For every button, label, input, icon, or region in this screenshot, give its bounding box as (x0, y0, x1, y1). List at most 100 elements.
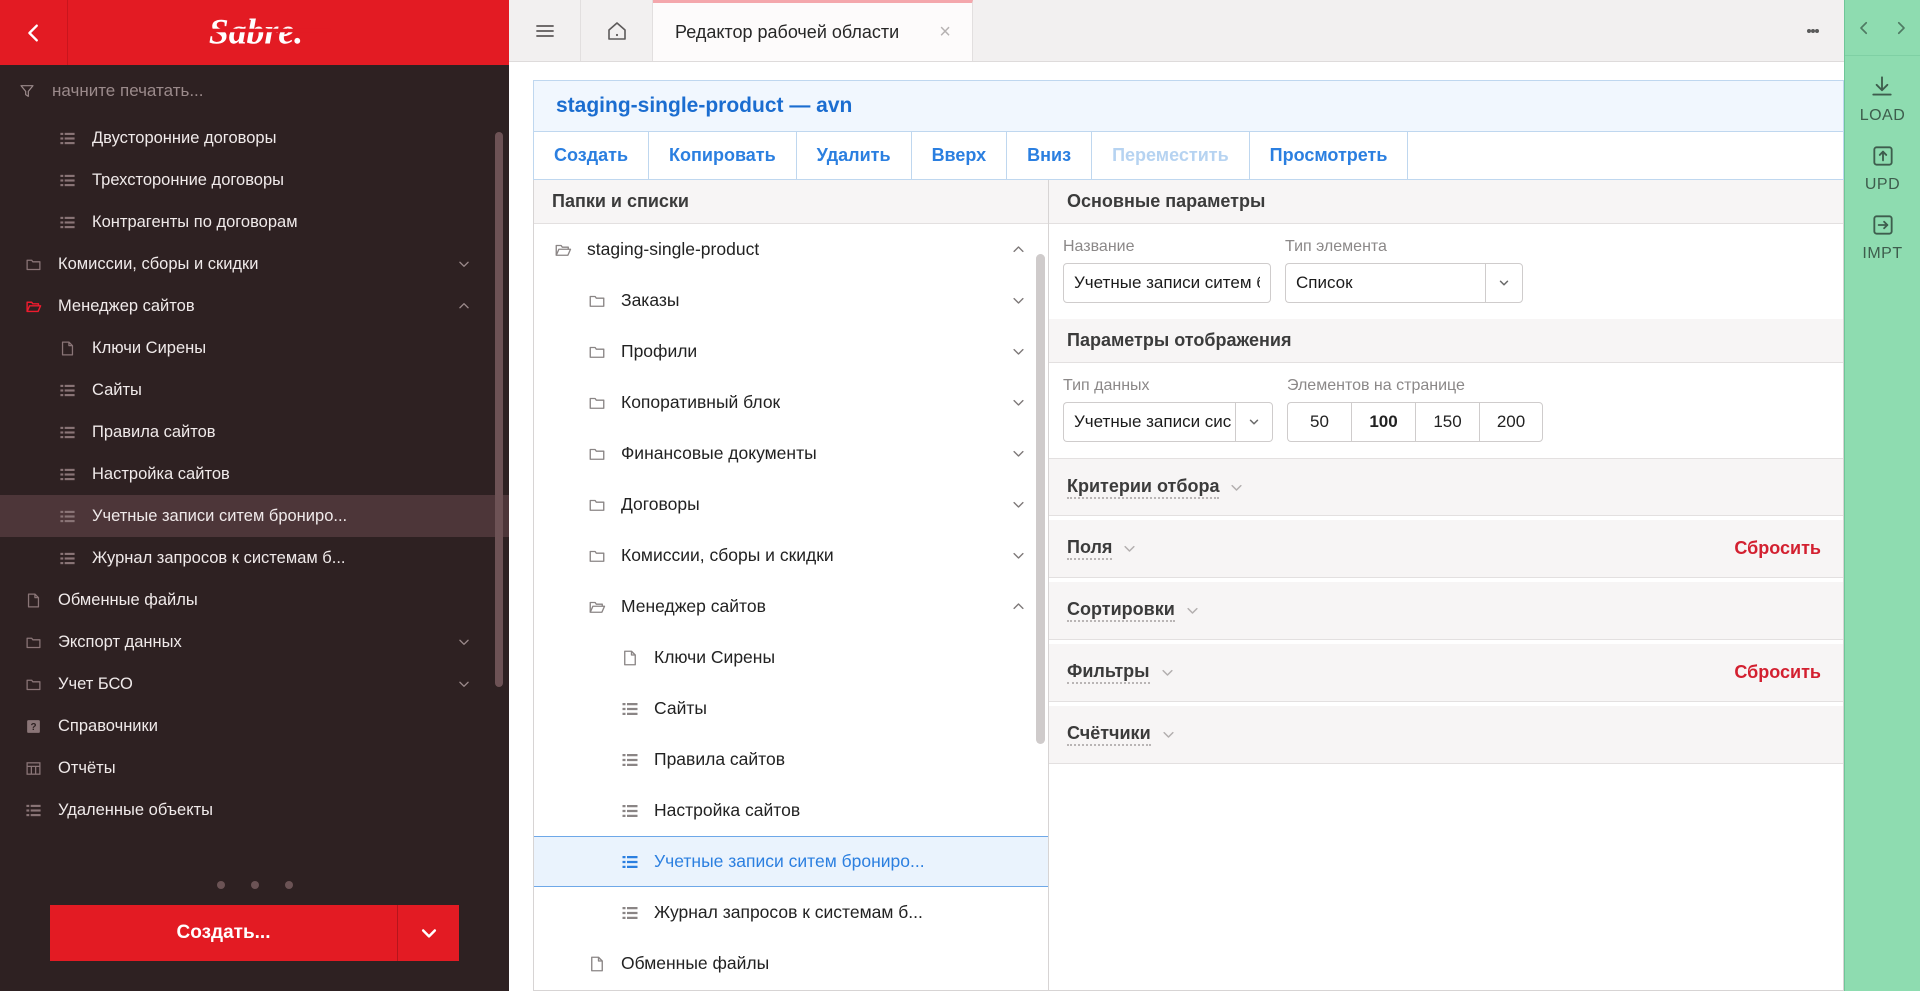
sidebar-filter[interactable] (0, 65, 509, 117)
rail-item-load[interactable]: LOAD (1860, 74, 1906, 125)
chevron-up-icon[interactable] (1011, 242, 1026, 257)
tree-node[interactable]: Финансовые документы (534, 428, 1048, 479)
accordion-section[interactable]: Поля Сбросить (1049, 520, 1843, 578)
pager-dot[interactable] (250, 881, 259, 889)
chevron-down-icon[interactable] (1011, 497, 1026, 512)
rail-item-upd[interactable]: UPD (1865, 143, 1900, 194)
tree-node[interactable]: Заказы (534, 275, 1048, 326)
chevron-down-icon[interactable] (1122, 541, 1137, 556)
create-dropdown-button[interactable] (397, 905, 459, 961)
tab-close-icon[interactable]: × (939, 22, 951, 42)
chevron-down-icon[interactable] (1011, 446, 1026, 461)
accordion-section[interactable]: Сортировки (1049, 582, 1843, 640)
sidebar-pager-dots[interactable] (0, 865, 509, 905)
list-icon (22, 799, 44, 821)
pager-dot[interactable] (284, 881, 293, 889)
accordion-section[interactable]: Фильтры Сбросить (1049, 644, 1843, 702)
toolbar-button[interactable]: Копировать (649, 132, 797, 179)
toolbar-button[interactable]: Создать (534, 132, 650, 179)
chevron-down-icon[interactable] (457, 677, 471, 691)
tree-node[interactable]: Комиссии, сборы и скидки (534, 530, 1048, 581)
tree-node[interactable]: Журнал запросов к системам б... (534, 887, 1048, 938)
rail-item-impt[interactable]: IMPT (1862, 212, 1902, 263)
accordion-title[interactable]: Счётчики (1067, 723, 1151, 746)
sidebar-item[interactable]: ? Справочники (0, 705, 509, 747)
chevron-down-icon[interactable] (1161, 727, 1176, 742)
tree-node[interactable]: Менеджер сайтов (534, 581, 1048, 632)
page-size-option[interactable]: 150 (1415, 402, 1479, 442)
sidebar-item[interactable]: Экспорт данных (0, 621, 509, 663)
chevron-down-icon[interactable] (1185, 603, 1200, 618)
sidebar-item[interactable]: Правила сайтов (0, 411, 509, 453)
sidebar-item[interactable]: Настройка сайтов (0, 453, 509, 495)
tab-workspace-editor[interactable]: Редактор рабочей области × (653, 0, 973, 61)
element-type-select[interactable]: Список (1285, 263, 1523, 303)
menu-button[interactable] (509, 0, 581, 61)
accordion-title[interactable]: Критерии отбора (1067, 476, 1220, 499)
chevron-down-icon[interactable] (1160, 665, 1175, 680)
reset-link[interactable]: Сбросить (1734, 662, 1821, 683)
chevron-down-icon[interactable] (1229, 480, 1244, 495)
accordion-title[interactable]: Поля (1067, 537, 1113, 560)
toolbar-button[interactable]: Вверх (911, 132, 1008, 179)
page-size-option[interactable]: 100 (1351, 402, 1415, 442)
collapse-sidebar-button[interactable] (0, 0, 68, 65)
toolbar-button[interactable]: Просмотреть (1249, 132, 1409, 179)
name-input[interactable] (1063, 263, 1271, 303)
accordion-section[interactable]: Критерии отбора (1049, 458, 1843, 516)
element-type-dropdown-button[interactable] (1485, 263, 1523, 303)
chevron-down-icon[interactable] (1011, 395, 1026, 410)
chevron-right-icon[interactable] (1892, 19, 1910, 37)
page-size-option[interactable]: 50 (1287, 402, 1351, 442)
sidebar-filter-input[interactable] (52, 81, 352, 101)
chevron-up-icon[interactable] (457, 299, 471, 313)
sidebar-item[interactable]: Комиссии, сборы и скидки (0, 243, 509, 285)
sidebar-item[interactable]: Контрагенты по договорам (0, 201, 509, 243)
sidebar-item[interactable]: Сайты (0, 369, 509, 411)
tree-node[interactable]: staging-single-product (534, 224, 1048, 275)
sidebar-item[interactable]: Ключи Сирены (0, 327, 509, 369)
sidebar-item[interactable]: Двусторонние договоры (0, 117, 509, 159)
tree-node[interactable]: Профили (534, 326, 1048, 377)
chevron-down-icon[interactable] (1011, 548, 1026, 563)
page-size-option[interactable]: 200 (1479, 402, 1543, 442)
toolbar-button[interactable]: Удалить (796, 132, 912, 179)
data-type-select[interactable]: Учетные записи сис (1063, 402, 1273, 442)
reset-link[interactable]: Сбросить (1734, 538, 1821, 559)
accordion-title[interactable]: Фильтры (1067, 661, 1150, 684)
chevron-down-icon[interactable] (457, 635, 471, 649)
chevron-down-icon[interactable] (1011, 344, 1026, 359)
tree-scrollbar[interactable] (1036, 254, 1045, 814)
chevron-up-icon[interactable] (1011, 599, 1026, 614)
chevron-down-icon[interactable] (457, 257, 471, 271)
tree-node[interactable]: Сайты (534, 683, 1048, 734)
sidebar-item[interactable]: Трехсторонние договоры (0, 159, 509, 201)
tree-scrollbar-thumb[interactable] (1036, 254, 1045, 744)
sidebar-item[interactable]: Отчёты (0, 747, 509, 789)
tree-node[interactable]: Копоративный блок (534, 377, 1048, 428)
sidebar-item[interactable]: Удаленные объекты (0, 789, 509, 831)
tree-node[interactable]: Настройка сайтов (534, 785, 1048, 836)
home-button[interactable] (581, 0, 653, 61)
toolbar-button[interactable]: Вниз (1007, 132, 1093, 179)
data-type-dropdown-button[interactable] (1235, 402, 1273, 442)
sidebar-item[interactable]: Учет БСО (0, 663, 509, 705)
sidebar-item[interactable]: Менеджер сайтов (0, 285, 509, 327)
sidebar-item[interactable]: Учетные записи ситем брониро... (0, 495, 509, 537)
tree-node[interactable]: Договоры (534, 479, 1048, 530)
chevron-down-icon[interactable] (1011, 293, 1026, 308)
chevron-left-icon[interactable] (1855, 19, 1873, 37)
create-button[interactable]: Создать... (50, 905, 397, 961)
tree-node[interactable]: Правила сайтов (534, 734, 1048, 785)
accordion-section[interactable]: Счётчики (1049, 706, 1843, 764)
tree-node[interactable]: Ключи Сирены (534, 632, 1048, 683)
sidebar-scrollbar[interactable] (495, 132, 503, 817)
tree-node[interactable]: Учетные записи ситем брониро... (534, 836, 1048, 887)
overflow-menu-button[interactable] (1782, 0, 1844, 61)
sidebar-item[interactable]: Обменные файлы (0, 579, 509, 621)
sidebar-item[interactable]: Журнал запросов к системам б... (0, 537, 509, 579)
pager-dot[interactable] (216, 881, 225, 889)
sidebar-scrollbar-thumb[interactable] (495, 132, 503, 687)
tree-node[interactable]: Обменные файлы (534, 938, 1048, 989)
accordion-title[interactable]: Сортировки (1067, 599, 1175, 622)
